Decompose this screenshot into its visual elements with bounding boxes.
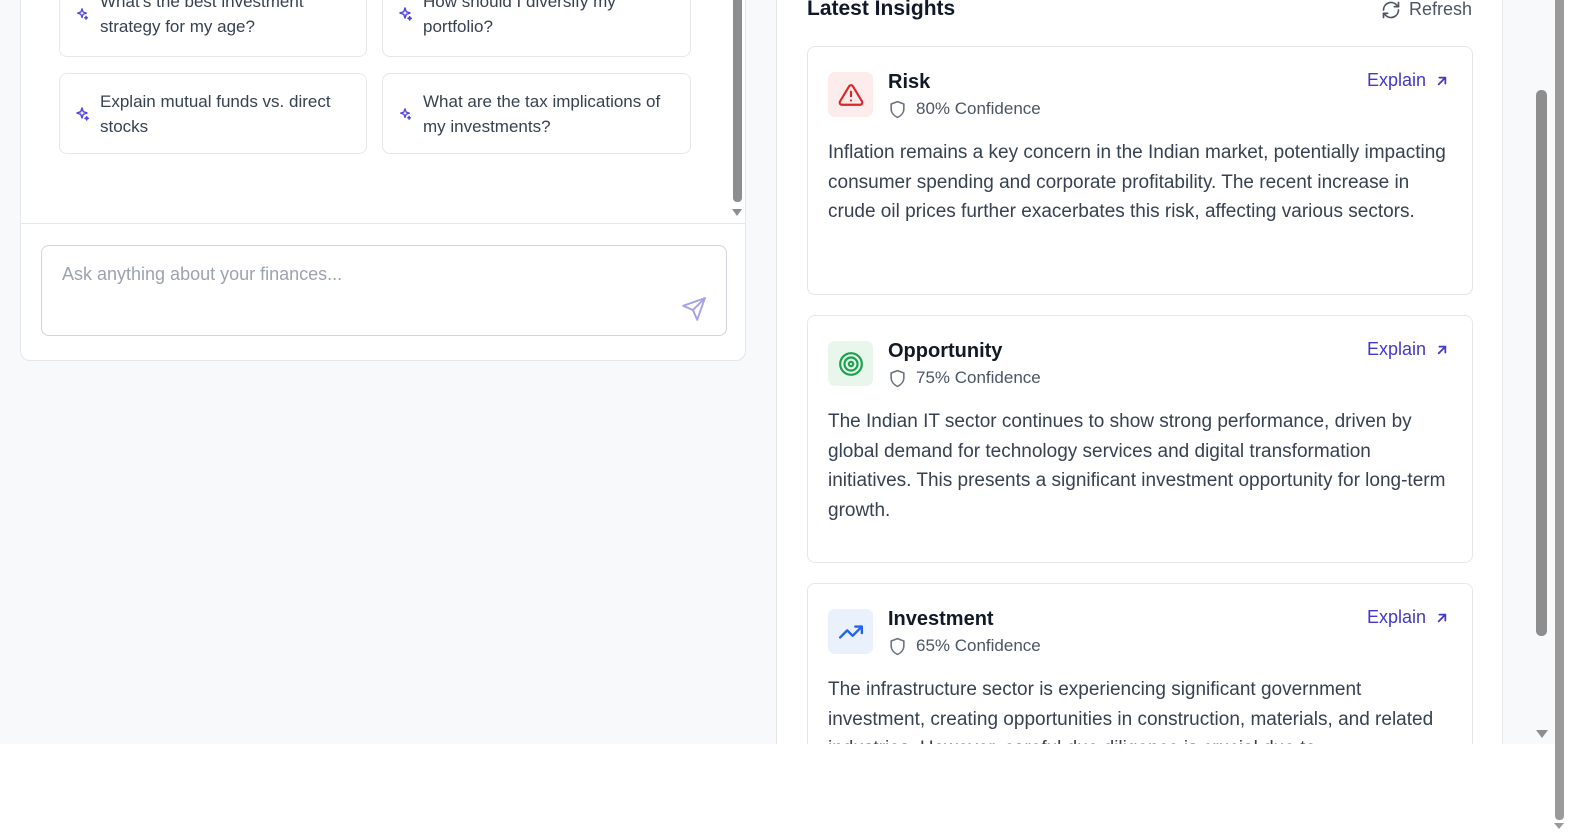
confidence-text: 75% Confidence	[916, 368, 1041, 387]
insights-panel: Latest Insights Refresh Risk 80% Confide…	[776, 0, 1503, 744]
insight-description: The Indian IT sector continues to show s…	[828, 411, 1446, 521]
outer-scroll-down-icon[interactable]	[1554, 823, 1564, 829]
send-icon	[682, 297, 706, 321]
explain-link[interactable]: Explain	[1367, 339, 1450, 360]
suggestion-text: What are the tax implications of my inve…	[423, 91, 661, 136]
suggestion-button[interactable]: How should I diversify my portfolio?	[382, 0, 691, 57]
insight-type: Investment	[888, 608, 994, 630]
confidence-text: 80% Confidence	[916, 99, 1041, 118]
sparkles-icon	[397, 106, 413, 122]
target-icon	[828, 341, 873, 386]
insight-type: Risk	[888, 71, 931, 93]
shield-icon	[890, 637, 905, 655]
insights-title: Latest Insights	[807, 0, 956, 20]
insight-card-investment: Investment 65% Confidence Explain The in…	[807, 583, 1473, 744]
chat-panel: What's the best investment strategy for …	[20, 0, 746, 361]
send-button[interactable]	[680, 295, 708, 323]
sparkles-icon	[74, 106, 90, 122]
explain-link[interactable]: Explain	[1367, 70, 1450, 91]
outer-scrollbar[interactable]	[1536, 0, 1588, 837]
suggestion-text: How should I diversify my portfolio?	[423, 0, 616, 36]
page-scroll-down-icon[interactable]	[1536, 730, 1548, 738]
chat-scrollbar[interactable]	[731, 0, 743, 219]
insight-description: The infrastructure sector is experiencin…	[828, 679, 1434, 744]
scroll-down-arrow-icon[interactable]	[732, 209, 742, 216]
chat-input[interactable]	[42, 246, 726, 335]
page-scrollbar-thumb[interactable]	[1536, 90, 1547, 636]
confidence-label: 80% Confidence	[888, 99, 1041, 119]
explain-label: Explain	[1366, 70, 1426, 90]
sparkles-icon	[74, 6, 90, 22]
arrow-up-right-icon	[1437, 613, 1447, 622]
insight-description: Inflation remains a key concern in the I…	[828, 142, 1446, 222]
explain-link[interactable]: Explain	[1367, 607, 1450, 628]
refresh-button[interactable]: Refresh	[1381, 0, 1472, 20]
app-viewport: What's the best investment strategy for …	[0, 0, 1555, 744]
sparkles-icon	[397, 6, 413, 22]
refresh-icon	[1382, 1, 1400, 18]
suggestion-button[interactable]: What's the best investment strategy for …	[59, 0, 367, 57]
shield-icon	[890, 369, 905, 387]
refresh-label: Refresh	[1408, 0, 1472, 19]
alert-triangle-icon	[828, 72, 873, 117]
chat-messages-area: What's the best investment strategy for …	[21, 0, 745, 224]
suggestion-button[interactable]: What are the tax implications of my inve…	[382, 73, 691, 154]
arrow-up-right-icon	[1437, 345, 1447, 354]
explain-label: Explain	[1366, 339, 1426, 359]
chat-scrollbar-thumb[interactable]	[733, 0, 742, 202]
confidence-label: 65% Confidence	[888, 636, 1041, 656]
outer-scrollbar-thumb[interactable]	[1555, 0, 1564, 820]
suggestion-text: Explain mutual funds vs. direct stocks	[100, 91, 331, 136]
insight-card-risk: Risk 80% Confidence Explain Inflation re…	[807, 46, 1473, 295]
confidence-text: 65% Confidence	[916, 636, 1041, 655]
insight-card-opportunity: Opportunity 75% Confidence Explain The I…	[807, 315, 1473, 563]
chat-input-box	[41, 245, 727, 336]
shield-icon	[890, 100, 905, 118]
trending-up-icon	[828, 609, 873, 654]
insight-type: Opportunity	[888, 340, 1003, 362]
suggestion-button[interactable]: Explain mutual funds vs. direct stocks	[59, 73, 367, 154]
explain-label: Explain	[1366, 607, 1426, 627]
confidence-label: 75% Confidence	[888, 368, 1041, 388]
suggestion-text: What's the best investment strategy for …	[100, 0, 304, 36]
arrow-up-right-icon	[1437, 76, 1447, 85]
